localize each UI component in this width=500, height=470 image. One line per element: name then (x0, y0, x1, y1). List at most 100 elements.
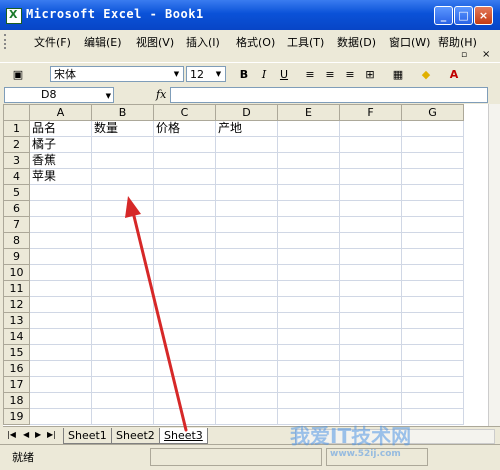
cell-d11[interactable] (215, 280, 278, 297)
cell-g15[interactable] (401, 344, 464, 361)
cell-e7[interactable] (277, 216, 340, 233)
font-combo[interactable]: 宋体 ▼ (50, 66, 184, 82)
tab-sheet2[interactable]: Sheet2 (111, 428, 160, 444)
cell-b4[interactable] (91, 168, 154, 185)
cell-g2[interactable] (401, 136, 464, 153)
menu-edit[interactable]: 编辑(E) (84, 34, 122, 50)
row-header-19[interactable]: 19 (3, 408, 30, 425)
cell-g8[interactable] (401, 232, 464, 249)
cell-a9[interactable] (29, 248, 92, 265)
cell-b14[interactable] (91, 328, 154, 345)
cell-b7[interactable] (91, 216, 154, 233)
cell-b1[interactable]: 数量 (91, 120, 154, 137)
cell-e18[interactable] (277, 392, 340, 409)
prev-sheet-icon[interactable]: ◀ (23, 430, 29, 439)
cell-f16[interactable] (339, 360, 402, 377)
cell-e2[interactable] (277, 136, 340, 153)
minimize-button[interactable]: _ (434, 6, 453, 25)
cell-b16[interactable] (91, 360, 154, 377)
menu-tools[interactable]: 工具(T) (287, 34, 324, 50)
row-header-3[interactable]: 3 (3, 152, 30, 169)
cell-c11[interactable] (153, 280, 216, 297)
cell-f15[interactable] (339, 344, 402, 361)
font-dropdown-icon[interactable]: ▼ (171, 68, 182, 80)
cell-d6[interactable] (215, 200, 278, 217)
vertical-scrollbar[interactable] (488, 104, 500, 426)
formula-input[interactable] (170, 87, 488, 103)
cell-b9[interactable] (91, 248, 154, 265)
cell-c18[interactable] (153, 392, 216, 409)
row-header-8[interactable]: 8 (3, 232, 30, 249)
cell-e10[interactable] (277, 264, 340, 281)
cell-f8[interactable] (339, 232, 402, 249)
cell-e8[interactable] (277, 232, 340, 249)
cell-c10[interactable] (153, 264, 216, 281)
cell-a2[interactable]: 橘子 (29, 136, 92, 153)
underline-button[interactable]: U (276, 67, 292, 83)
cell-b3[interactable] (91, 152, 154, 169)
cell-a10[interactable] (29, 264, 92, 281)
cell-g9[interactable] (401, 248, 464, 265)
cell-d19[interactable] (215, 408, 278, 425)
cell-f12[interactable] (339, 296, 402, 313)
cell-b19[interactable] (91, 408, 154, 425)
row-header-14[interactable]: 14 (3, 328, 30, 345)
cell-f14[interactable] (339, 328, 402, 345)
cell-d16[interactable] (215, 360, 278, 377)
row-header-6[interactable]: 6 (3, 200, 30, 217)
menu-window[interactable]: 窗口(W) (389, 34, 430, 50)
cell-g1[interactable] (401, 120, 464, 137)
cell-e5[interactable] (277, 184, 340, 201)
cell-g3[interactable] (401, 152, 464, 169)
menu-view[interactable]: 视图(V) (136, 34, 174, 50)
fill-color-icon[interactable]: ◆ (418, 67, 434, 83)
cell-f3[interactable] (339, 152, 402, 169)
insert-function-icon[interactable]: fx (156, 88, 166, 101)
cell-a14[interactable] (29, 328, 92, 345)
cell-c7[interactable] (153, 216, 216, 233)
row-header-7[interactable]: 7 (3, 216, 30, 233)
bold-button[interactable]: B (236, 67, 252, 83)
merge-center-icon[interactable]: ⊞ (362, 67, 378, 83)
cell-e4[interactable] (277, 168, 340, 185)
cell-e13[interactable] (277, 312, 340, 329)
cell-b6[interactable] (91, 200, 154, 217)
cell-a8[interactable] (29, 232, 92, 249)
cell-g14[interactable] (401, 328, 464, 345)
cell-a12[interactable] (29, 296, 92, 313)
cell-e1[interactable] (277, 120, 340, 137)
cell-a4[interactable]: 苹果 (29, 168, 92, 185)
cell-b12[interactable] (91, 296, 154, 313)
align-center-icon[interactable]: ≡ (322, 67, 338, 83)
row-header-1[interactable]: 1 (3, 120, 30, 137)
cell-g12[interactable] (401, 296, 464, 313)
cell-e14[interactable] (277, 328, 340, 345)
column-header-b[interactable]: B (91, 104, 154, 121)
cell-g17[interactable] (401, 376, 464, 393)
cell-f1[interactable] (339, 120, 402, 137)
cell-f17[interactable] (339, 376, 402, 393)
cell-b8[interactable] (91, 232, 154, 249)
select-all-corner[interactable] (3, 104, 30, 121)
cell-f4[interactable] (339, 168, 402, 185)
cell-d3[interactable] (215, 152, 278, 169)
tab-sheet3[interactable]: Sheet3 (159, 428, 208, 444)
cell-b15[interactable] (91, 344, 154, 361)
cell-b10[interactable] (91, 264, 154, 281)
cell-a6[interactable] (29, 200, 92, 217)
row-header-12[interactable]: 12 (3, 296, 30, 313)
cell-f5[interactable] (339, 184, 402, 201)
cell-a7[interactable] (29, 216, 92, 233)
row-header-2[interactable]: 2 (3, 136, 30, 153)
menu-format[interactable]: 格式(O) (236, 34, 275, 50)
cell-g11[interactable] (401, 280, 464, 297)
cell-c12[interactable] (153, 296, 216, 313)
cell-a17[interactable] (29, 376, 92, 393)
cell-e6[interactable] (277, 200, 340, 217)
cell-f13[interactable] (339, 312, 402, 329)
column-header-d[interactable]: D (215, 104, 278, 121)
align-right-icon[interactable]: ≡ (342, 67, 358, 83)
row-header-18[interactable]: 18 (3, 392, 30, 409)
cell-a11[interactable] (29, 280, 92, 297)
cell-c13[interactable] (153, 312, 216, 329)
